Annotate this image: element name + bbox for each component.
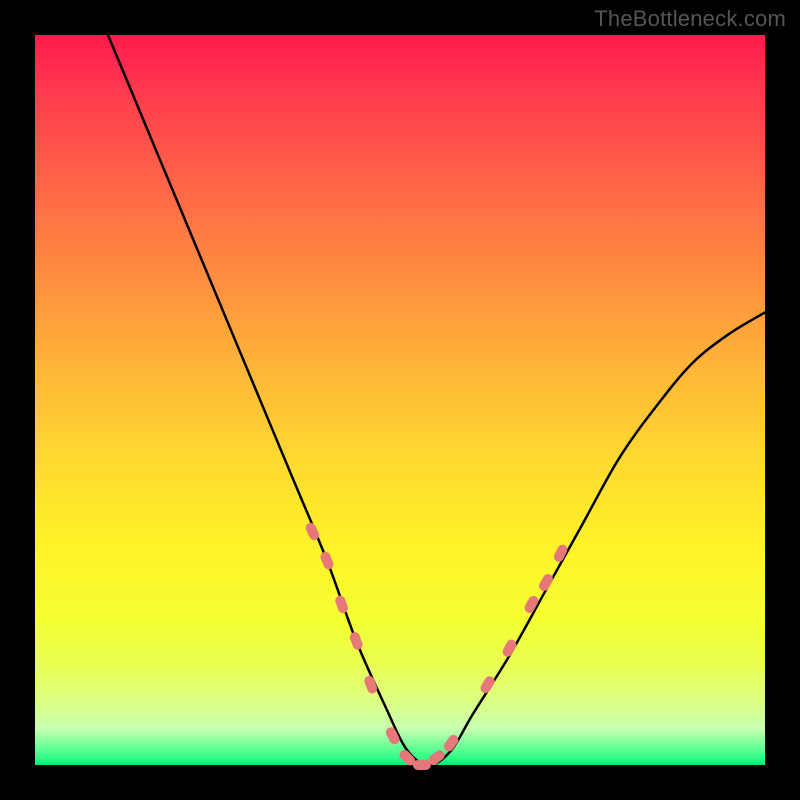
marker-capsule <box>537 572 555 593</box>
marker-capsule <box>348 631 364 651</box>
bottleneck-curve <box>108 35 765 765</box>
marker-capsule <box>319 550 335 570</box>
marker-capsule <box>501 638 518 659</box>
plot-area <box>35 35 765 765</box>
chart-frame: TheBottleneck.com <box>0 0 800 800</box>
watermark-text: TheBottleneck.com <box>594 6 786 32</box>
curve-path <box>108 35 765 765</box>
curve-layer <box>35 35 765 765</box>
marker-capsule <box>479 674 497 695</box>
marker-capsule <box>413 760 431 770</box>
marker-capsule <box>334 594 350 614</box>
highlighted-markers <box>304 521 569 770</box>
